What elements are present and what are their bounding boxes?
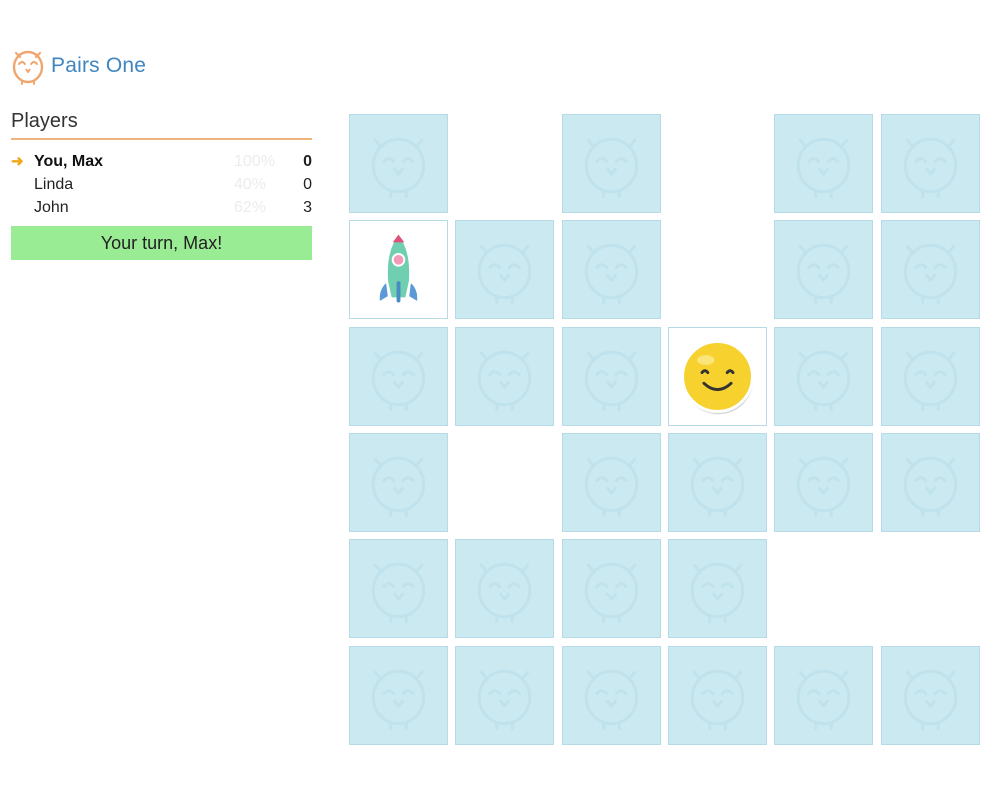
- owl-card-back-icon: [796, 669, 851, 730]
- card-face-down[interactable]: [562, 327, 661, 426]
- card-face-down[interactable]: [562, 433, 661, 532]
- owl-card-back-icon: [477, 243, 532, 304]
- owl-card-back-icon: [584, 562, 639, 623]
- player-name: You, Max: [34, 153, 104, 170]
- rocket-icon: [377, 232, 420, 305]
- owl-card-back-icon: [903, 137, 958, 198]
- card-face-down[interactable]: [455, 220, 554, 319]
- card-face-down[interactable]: [881, 327, 980, 426]
- card-face-down[interactable]: [774, 646, 873, 745]
- owl-card-back-icon: [690, 669, 745, 730]
- card-face-down[interactable]: [349, 539, 448, 638]
- owl-card-back-icon: [796, 137, 851, 198]
- card-face-down[interactable]: [881, 114, 980, 213]
- card-face-down[interactable]: [668, 539, 767, 638]
- card-face-up-rocket: [349, 220, 448, 319]
- owl-card-back-icon: [903, 350, 958, 411]
- card-face-down[interactable]: [881, 220, 980, 319]
- owl-card-back-icon: [584, 350, 639, 411]
- owl-card-back-icon: [903, 456, 958, 517]
- player-score: 0: [303, 153, 312, 170]
- card-face-down[interactable]: [562, 220, 661, 319]
- owl-card-back-icon: [903, 669, 958, 730]
- owl-card-back-icon: [690, 456, 745, 517]
- owl-card-back-icon: [584, 669, 639, 730]
- card-face-down[interactable]: [349, 114, 448, 213]
- owl-card-back-icon: [477, 669, 532, 730]
- card-face-down[interactable]: [881, 433, 980, 532]
- card-face-down[interactable]: [349, 433, 448, 532]
- turn-arrow-icon: ➜: [11, 153, 24, 170]
- card-face-down[interactable]: [668, 433, 767, 532]
- players-heading: Players: [11, 110, 312, 140]
- player-list: ➜ You, Max 100% 0 Linda 40% 0 John 62% 3: [11, 152, 312, 221]
- card-face-down[interactable]: [562, 114, 661, 213]
- owl-card-back-icon: [477, 562, 532, 623]
- card-face-down[interactable]: [349, 646, 448, 745]
- player-row-linda: Linda 40% 0: [11, 175, 312, 198]
- owl-card-back-icon: [584, 137, 639, 198]
- owl-card-back-icon: [796, 243, 851, 304]
- card-face-down[interactable]: [349, 327, 448, 426]
- card-face-down[interactable]: [455, 539, 554, 638]
- game-board: [349, 114, 982, 746]
- card-face-down[interactable]: [774, 433, 873, 532]
- turn-banner: Your turn, Max!: [11, 226, 312, 260]
- player-percent: 40%: [234, 176, 267, 193]
- player-row-max: ➜ You, Max 100% 0: [11, 152, 312, 175]
- player-percent: 62%: [234, 199, 267, 216]
- app-header: Pairs One: [11, 46, 146, 86]
- card-face-down[interactable]: [562, 646, 661, 745]
- owl-card-back-icon: [796, 350, 851, 411]
- card-face-up-smiley: [668, 327, 767, 426]
- owl-card-back-icon: [584, 243, 639, 304]
- player-name: Linda: [34, 176, 74, 193]
- owl-card-back-icon: [371, 456, 426, 517]
- card-face-down[interactable]: [774, 220, 873, 319]
- owl-logo-icon: [12, 50, 44, 85]
- card-face-down[interactable]: [455, 646, 554, 745]
- players-panel: Players ➜ You, Max 100% 0 Linda 40% 0 Jo…: [11, 110, 312, 260]
- card-face-down[interactable]: [668, 646, 767, 745]
- owl-card-back-icon: [584, 456, 639, 517]
- owl-card-back-icon: [371, 669, 426, 730]
- card-face-down[interactable]: [881, 646, 980, 745]
- owl-card-back-icon: [796, 456, 851, 517]
- card-face-down[interactable]: [562, 539, 661, 638]
- smiley-icon: [681, 340, 754, 415]
- player-score: 3: [303, 199, 312, 216]
- owl-card-back-icon: [371, 350, 426, 411]
- player-name: John: [34, 199, 69, 216]
- owl-card-back-icon: [371, 562, 426, 623]
- player-percent: 100%: [234, 153, 275, 170]
- app-title[interactable]: Pairs One: [51, 54, 146, 78]
- owl-card-back-icon: [477, 350, 532, 411]
- card-face-down[interactable]: [774, 114, 873, 213]
- owl-card-back-icon: [690, 562, 745, 623]
- player-score: 0: [303, 176, 312, 193]
- owl-card-back-icon: [371, 137, 426, 198]
- card-face-down[interactable]: [455, 327, 554, 426]
- owl-card-back-icon: [903, 243, 958, 304]
- card-face-down[interactable]: [774, 327, 873, 426]
- player-row-john: John 62% 3: [11, 198, 312, 221]
